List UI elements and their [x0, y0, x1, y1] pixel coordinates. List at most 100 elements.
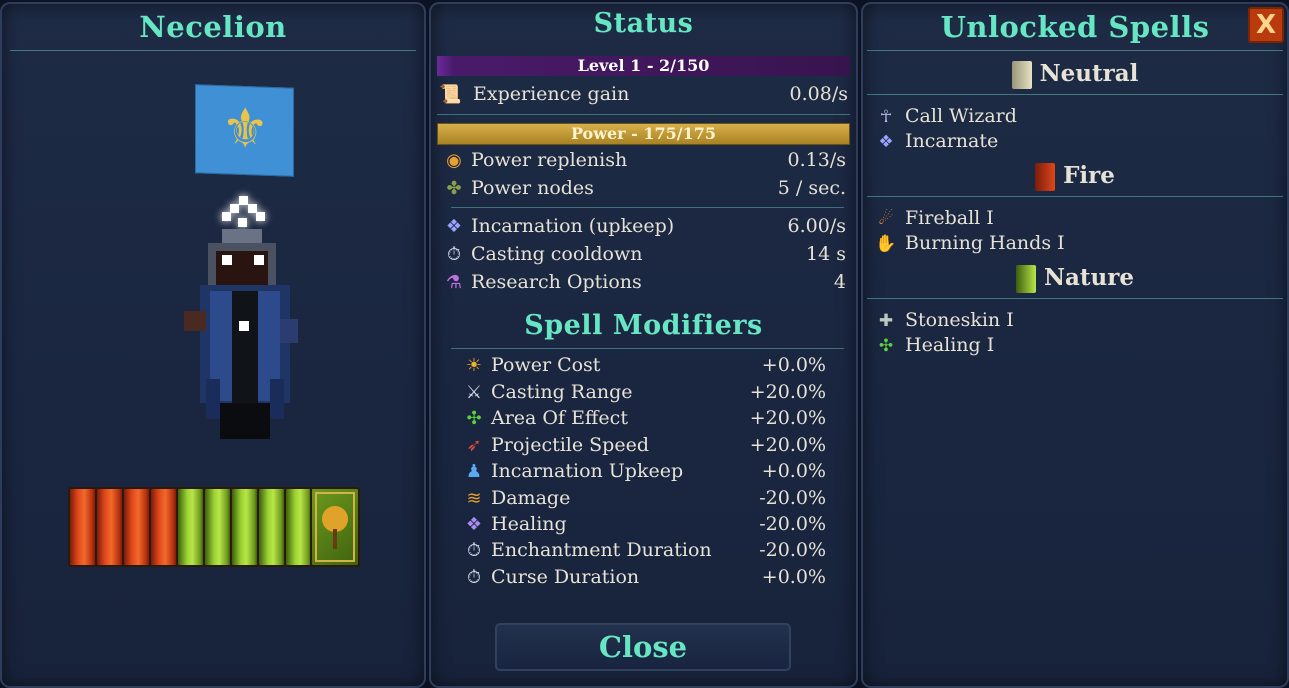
- wing-icon: ➶: [466, 435, 482, 456]
- burning-hands-icon: ✋: [875, 234, 897, 254]
- research-options-label: Research Options: [471, 271, 642, 293]
- nature-book: [257, 487, 287, 567]
- modifier-row: ✣ Area Of Effect +20.0%: [463, 405, 826, 431]
- incarnation-icon: ❖: [445, 216, 463, 237]
- modifier-label: Damage: [491, 487, 571, 509]
- sun-icon: ☀: [465, 355, 483, 376]
- modifier-value: +20.0%: [749, 407, 826, 429]
- healing-icon: ❖: [465, 514, 483, 535]
- category-label: Neutral: [1039, 60, 1139, 87]
- potion-icon: ⚗: [445, 272, 463, 293]
- modifier-label: Area Of Effect: [491, 407, 628, 429]
- casting-cooldown-row: ⏱ Casting cooldown 14 s: [443, 241, 846, 267]
- close-button[interactable]: Close: [495, 623, 791, 671]
- wizard-character: [184, 229, 298, 439]
- wizard-icon: ☥: [879, 107, 893, 127]
- modifier-label: Healing: [491, 513, 567, 535]
- modifier-label: Enchantment Duration: [491, 539, 712, 561]
- fleur-de-lis-icon: ⚜: [221, 96, 270, 161]
- modifier-row: ☀ Power Cost +0.0%: [463, 352, 826, 378]
- nature-book: [203, 487, 233, 567]
- power-replenish-value: 0.13/s: [787, 149, 846, 171]
- divider: [451, 207, 844, 208]
- modifier-label: Incarnation Upkeep: [491, 460, 684, 482]
- character-name: Necelion: [139, 10, 287, 44]
- category-neutral: Neutral: [863, 58, 1287, 90]
- claw-icon: ≋: [466, 488, 482, 509]
- spell-label: Fireball I: [905, 207, 994, 229]
- experience-label: Experience gain: [473, 83, 630, 105]
- fireball-icon: ☄: [878, 209, 894, 229]
- modifier-row: ➶ Projectile Speed +20.0%: [463, 432, 826, 458]
- modifier-label: Power Cost: [491, 354, 601, 376]
- power-bar-label: Power - 175/175: [570, 124, 717, 143]
- modifier-value: +20.0%: [749, 381, 826, 403]
- stopwatch-icon: ⏱: [466, 567, 482, 588]
- modifier-label: Projectile Speed: [491, 434, 649, 456]
- fire-book: [68, 487, 98, 567]
- incarnation-label: Incarnation (upkeep): [471, 215, 675, 237]
- modifier-row: ⏱ Curse Duration +0.0%: [463, 564, 826, 590]
- divider: [867, 94, 1283, 95]
- close-x-button[interactable]: X: [1248, 7, 1284, 43]
- incarnate-icon: ❖: [878, 132, 894, 152]
- title-divider: [10, 50, 416, 51]
- power-replenish-label: Power replenish: [471, 149, 628, 171]
- modifier-value: -20.0%: [759, 539, 826, 561]
- power-nodes-label: Power nodes: [471, 177, 594, 199]
- power-nodes-value: 5 / sec.: [777, 177, 846, 199]
- modifier-row: ≋ Damage -20.0%: [463, 485, 826, 511]
- category-fire: Fire: [863, 160, 1287, 192]
- experience-value: 0.08/s: [789, 83, 848, 105]
- modifier-value: -20.0%: [759, 487, 826, 509]
- spell-label: Burning Hands I: [905, 232, 1065, 254]
- spell-label: Incarnate: [905, 130, 999, 152]
- divider: [867, 196, 1283, 197]
- title-divider: [867, 50, 1283, 51]
- modifier-label: Curse Duration: [491, 566, 640, 588]
- research-options-value: 4: [833, 271, 846, 293]
- divider: [451, 348, 844, 349]
- character-panel: Necelion ⚜: [0, 2, 426, 688]
- stopwatch-icon: ⏱: [466, 540, 482, 561]
- nature-book: [230, 487, 260, 567]
- divider: [437, 114, 850, 115]
- modifier-value: -20.0%: [759, 513, 826, 535]
- pedestal-icon: ♟: [465, 461, 483, 482]
- fire-book: [95, 487, 125, 567]
- level-bar: Level 1 - 2/150: [437, 56, 850, 76]
- unlocked-spells-title: Unlocked Spells: [940, 10, 1210, 44]
- status-panel: Status Level 1 - 2/150 📜 Experience gain…: [429, 2, 858, 688]
- node-icon: ✤: [446, 178, 462, 199]
- experience-row: 📜 Experience gain 0.08/s: [439, 81, 848, 107]
- modifier-value: +0.0%: [761, 566, 826, 588]
- banner-flag: ⚜: [195, 84, 294, 177]
- divider: [867, 298, 1283, 299]
- nature-book: [176, 487, 206, 567]
- tree-icon: [315, 492, 355, 562]
- spell-label: Stoneskin I: [905, 309, 1014, 331]
- power-orb-icon: ◉: [446, 150, 462, 171]
- spell-label: Healing I: [905, 334, 995, 356]
- unlocked-spells-panel: Unlocked Spells X Neutral ☥ Call Wizard …: [861, 2, 1289, 688]
- clover-icon: ✣: [466, 408, 482, 429]
- casting-cooldown-label: Casting cooldown: [471, 243, 643, 265]
- incarnation-value: 6.00/s: [787, 215, 846, 237]
- category-nature: Nature: [863, 262, 1287, 294]
- modifier-row: ❖ Healing -20.0%: [463, 511, 826, 537]
- power-bar: Power - 175/175: [437, 123, 850, 145]
- neutral-book-icon: [1011, 61, 1032, 89]
- research-options-row: ⚗ Research Options 4: [443, 269, 846, 295]
- modifier-value: +0.0%: [761, 460, 826, 482]
- stoneskin-icon: ✚: [878, 311, 894, 331]
- modifier-row: ⚔ Casting Range +20.0%: [463, 379, 826, 405]
- fire-book-icon: [1035, 163, 1056, 191]
- sword-icon: ⚔: [465, 382, 483, 403]
- power-replenish-row: ◉ Power replenish 0.13/s: [443, 147, 846, 173]
- fire-book: [149, 487, 179, 567]
- fire-book: [122, 487, 152, 567]
- scroll-icon: 📜: [439, 84, 462, 105]
- nature-book-cover: [310, 487, 360, 567]
- category-label: Nature: [1043, 264, 1135, 291]
- spell-modifiers-title: Spell Modifiers: [524, 310, 763, 341]
